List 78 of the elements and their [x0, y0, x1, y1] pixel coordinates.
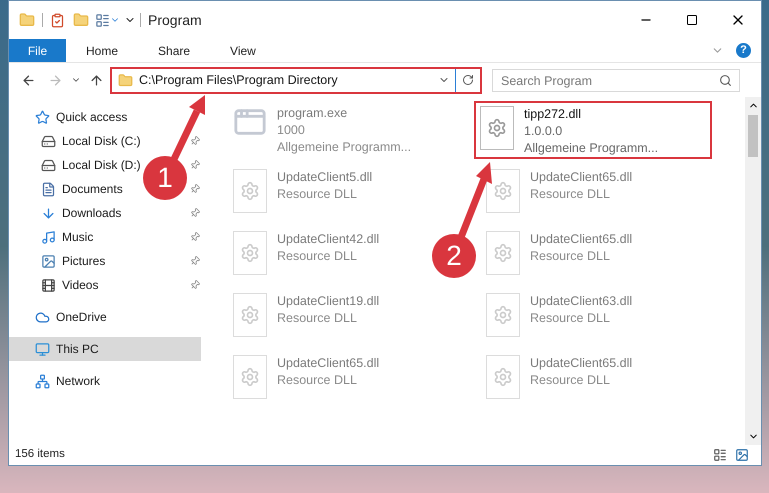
file-detail: 1000	[277, 122, 306, 139]
drive-icon	[41, 134, 56, 148]
window-title: Program	[148, 10, 202, 30]
search-field[interactable]: Search Program	[492, 69, 740, 92]
file-detail: 1.0.0.0	[524, 123, 564, 140]
view-icon[interactable]	[95, 12, 110, 28]
nav-item[interactable]: Network	[35, 372, 100, 390]
dll-file-icon	[233, 293, 267, 337]
picture-icon	[41, 254, 56, 268]
nav-item[interactable]: Documents	[41, 180, 123, 198]
dll-file-icon	[233, 169, 267, 213]
forward-icon[interactable]	[48, 72, 63, 88]
file-detail: Resource DLL	[277, 372, 358, 389]
dll-file-icon	[233, 355, 267, 399]
down-arrow-icon	[41, 206, 56, 220]
nav-item[interactable]: Local Disk (C:)	[41, 132, 141, 150]
nav-item[interactable]: OneDrive	[35, 308, 107, 326]
cloud-icon	[35, 310, 50, 324]
scrollbar[interactable]	[745, 97, 761, 445]
file-name: UpdateClient63.dll	[530, 293, 632, 310]
folder-icon[interactable]	[19, 12, 35, 28]
search-icon	[719, 74, 732, 86]
file-name: UpdateClient42.dll	[277, 231, 380, 248]
new-folder-icon[interactable]	[73, 12, 89, 28]
properties-icon[interactable]	[50, 12, 65, 28]
file-name: program.exe	[277, 105, 348, 122]
dll-file-icon	[233, 231, 267, 275]
network-icon	[35, 374, 50, 388]
dll-file-icon	[486, 231, 520, 275]
ribbon-tab[interactable]: Home	[66, 39, 138, 62]
file-detail: Resource DLL	[530, 372, 611, 389]
large-icons-view-icon[interactable]	[735, 448, 749, 462]
folder-icon	[118, 72, 133, 88]
address-field[interactable]: C:\Program Files\Program Directory	[110, 66, 482, 94]
star-icon	[35, 110, 50, 124]
back-icon[interactable]	[21, 72, 36, 88]
dll-file-icon	[480, 106, 514, 150]
highlighted-file-item[interactable]: tipp272.dll 1.0.0.0 Allgemeine Programm...	[474, 101, 712, 159]
dll-file-icon	[486, 293, 520, 337]
film-icon	[41, 278, 56, 292]
file-detail: Resource DLL	[530, 248, 611, 265]
file-name: UpdateClient5.dll	[277, 169, 372, 186]
nav-item[interactable]: Local Disk (D:)	[41, 156, 141, 174]
scrollbar-thumb[interactable]	[748, 115, 758, 157]
maximize-icon	[686, 14, 698, 26]
ribbon-tab[interactable]: View	[210, 39, 276, 62]
up-icon[interactable]	[89, 72, 104, 88]
dll-file-icon	[486, 355, 520, 399]
nav-item[interactable]: Quick access	[35, 108, 128, 126]
file-name: UpdateClient65.dll	[530, 355, 632, 372]
file-detail: Resource DLL	[277, 186, 358, 203]
file-detail: Resource DLL	[530, 186, 611, 203]
nav-item[interactable]: This PC	[35, 340, 99, 358]
dll-file-icon	[486, 169, 520, 213]
file-name: UpdateClient65.dll	[530, 231, 632, 248]
file-name: tipp272.dll	[524, 106, 582, 123]
file-detail: Resource DLL	[530, 310, 611, 327]
ribbon-tab[interactable]: File	[9, 39, 66, 62]
monitor-icon	[35, 342, 50, 356]
nav-item[interactable]: Music	[41, 228, 94, 246]
document-icon	[41, 182, 56, 196]
file-detail: Allgemeine Programm...	[277, 139, 412, 156]
file-detail: Resource DLL	[277, 310, 358, 327]
file-name: UpdateClient65.dll	[277, 355, 380, 372]
drive-icon	[41, 158, 56, 172]
file-name: UpdateClient65.dll	[530, 169, 632, 186]
refresh-icon[interactable]	[462, 74, 474, 86]
file-detail: Resource DLL	[277, 248, 358, 265]
file-name: UpdateClient19.dll	[277, 293, 380, 310]
nav-item[interactable]: Videos	[41, 276, 98, 294]
item-count: 156 items	[15, 447, 65, 462]
nav-item[interactable]: Downloads	[41, 204, 122, 222]
details-view-icon[interactable]	[713, 448, 727, 462]
file-detail: Allgemeine Programm...	[524, 140, 658, 157]
help-button[interactable]: ?	[736, 43, 751, 58]
ribbon-tab[interactable]: Share	[138, 39, 210, 62]
nav-item[interactable]: Pictures	[41, 252, 106, 270]
music-note-icon	[41, 230, 56, 244]
